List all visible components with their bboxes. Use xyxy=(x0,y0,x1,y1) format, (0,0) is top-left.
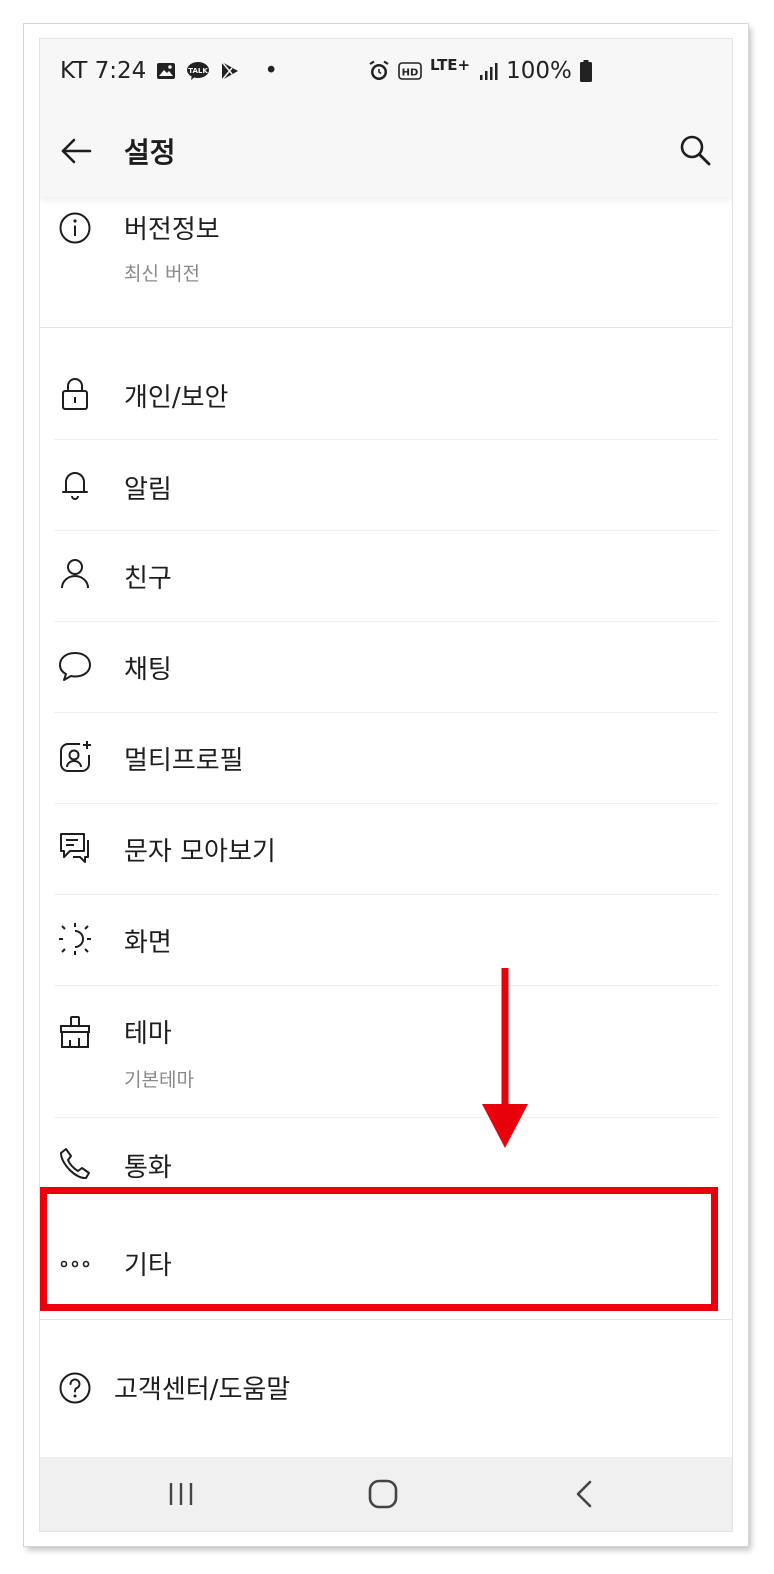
talk-icon: TALK xyxy=(187,62,210,80)
recent-apps-icon[interactable] xyxy=(164,1477,198,1511)
settings-item-label: 버전정보 xyxy=(124,215,220,245)
alarm-icon xyxy=(369,60,389,80)
system-nav-bar xyxy=(40,1457,732,1531)
section-divider xyxy=(40,1319,732,1320)
settings-item-label: 고객센터/도움말 xyxy=(114,1375,291,1405)
bell-icon xyxy=(62,472,88,500)
settings-item-subtitle: 기본테마 xyxy=(124,1069,194,1091)
battery-percent: 100% xyxy=(506,58,572,84)
question-icon xyxy=(59,1372,91,1404)
back-nav-icon[interactable] xyxy=(568,1477,602,1511)
annotation-arrow-icon xyxy=(482,968,528,1148)
settings-item-label: 화면 xyxy=(124,928,172,958)
settings-item-multi-profile[interactable]: 멀티프로필 xyxy=(40,712,732,803)
settings-item-label: 통화 xyxy=(124,1153,172,1183)
status-bar: KT 7:24 TALK • HD LTE+ 100% xyxy=(40,39,732,105)
person-icon xyxy=(61,559,89,589)
brush-icon xyxy=(60,1016,90,1048)
settings-item-theme[interactable]: 테마 기본테마 xyxy=(40,985,732,1117)
notification-dot: • xyxy=(264,58,278,84)
settings-item-label: 테마 xyxy=(124,1019,172,1049)
settings-item-label: 알림 xyxy=(124,475,172,505)
brightness-icon xyxy=(59,923,91,955)
settings-item-display[interactable]: 화면 xyxy=(40,894,732,985)
carrier-time: KT 7:24 xyxy=(60,58,147,84)
annotation-highlight-box xyxy=(40,1187,718,1311)
settings-item-friends[interactable]: 친구 xyxy=(40,530,732,621)
section-divider xyxy=(40,327,732,328)
image-icon xyxy=(157,63,176,79)
svg-text:HD: HD xyxy=(402,68,419,79)
lock-icon xyxy=(62,378,88,410)
settings-item-messages[interactable]: 문자 모아보기 xyxy=(40,803,732,894)
settings-item-label: 개인/보안 xyxy=(124,383,229,413)
settings-item-chat[interactable]: 채팅 xyxy=(40,621,732,712)
settings-item-label: 친구 xyxy=(124,564,172,594)
battery-icon xyxy=(579,60,592,82)
multi-profile-icon xyxy=(60,741,91,772)
signal-icon xyxy=(480,63,498,80)
message-icon xyxy=(60,833,89,863)
svg-text:TALK: TALK xyxy=(189,67,209,75)
phone-icon xyxy=(60,1148,90,1179)
app-bar: 설정 xyxy=(40,105,732,197)
settings-item-label: 멀티프로필 xyxy=(124,746,244,776)
info-icon xyxy=(59,212,91,244)
play-store-icon xyxy=(221,61,239,81)
chat-bubble-icon xyxy=(59,652,91,681)
search-icon[interactable] xyxy=(678,133,712,167)
settings-item-version[interactable]: 버전정보 최신 버전 xyxy=(40,197,732,327)
settings-item-privacy[interactable]: 개인/보안 xyxy=(40,347,732,439)
arrow-left-icon[interactable] xyxy=(58,133,94,169)
network-type: LTE+ xyxy=(430,56,471,74)
settings-item-help[interactable]: 고객센터/도움말 xyxy=(40,1339,732,1439)
home-icon[interactable] xyxy=(366,1477,400,1511)
settings-item-label: 채팅 xyxy=(124,655,172,685)
settings-item-subtitle: 최신 버전 xyxy=(124,263,200,285)
settings-item-label: 문자 모아보기 xyxy=(124,837,276,867)
hd-icon: HD xyxy=(398,62,422,80)
settings-item-notifications[interactable]: 알림 xyxy=(40,439,732,530)
page-title: 설정 xyxy=(124,136,176,169)
